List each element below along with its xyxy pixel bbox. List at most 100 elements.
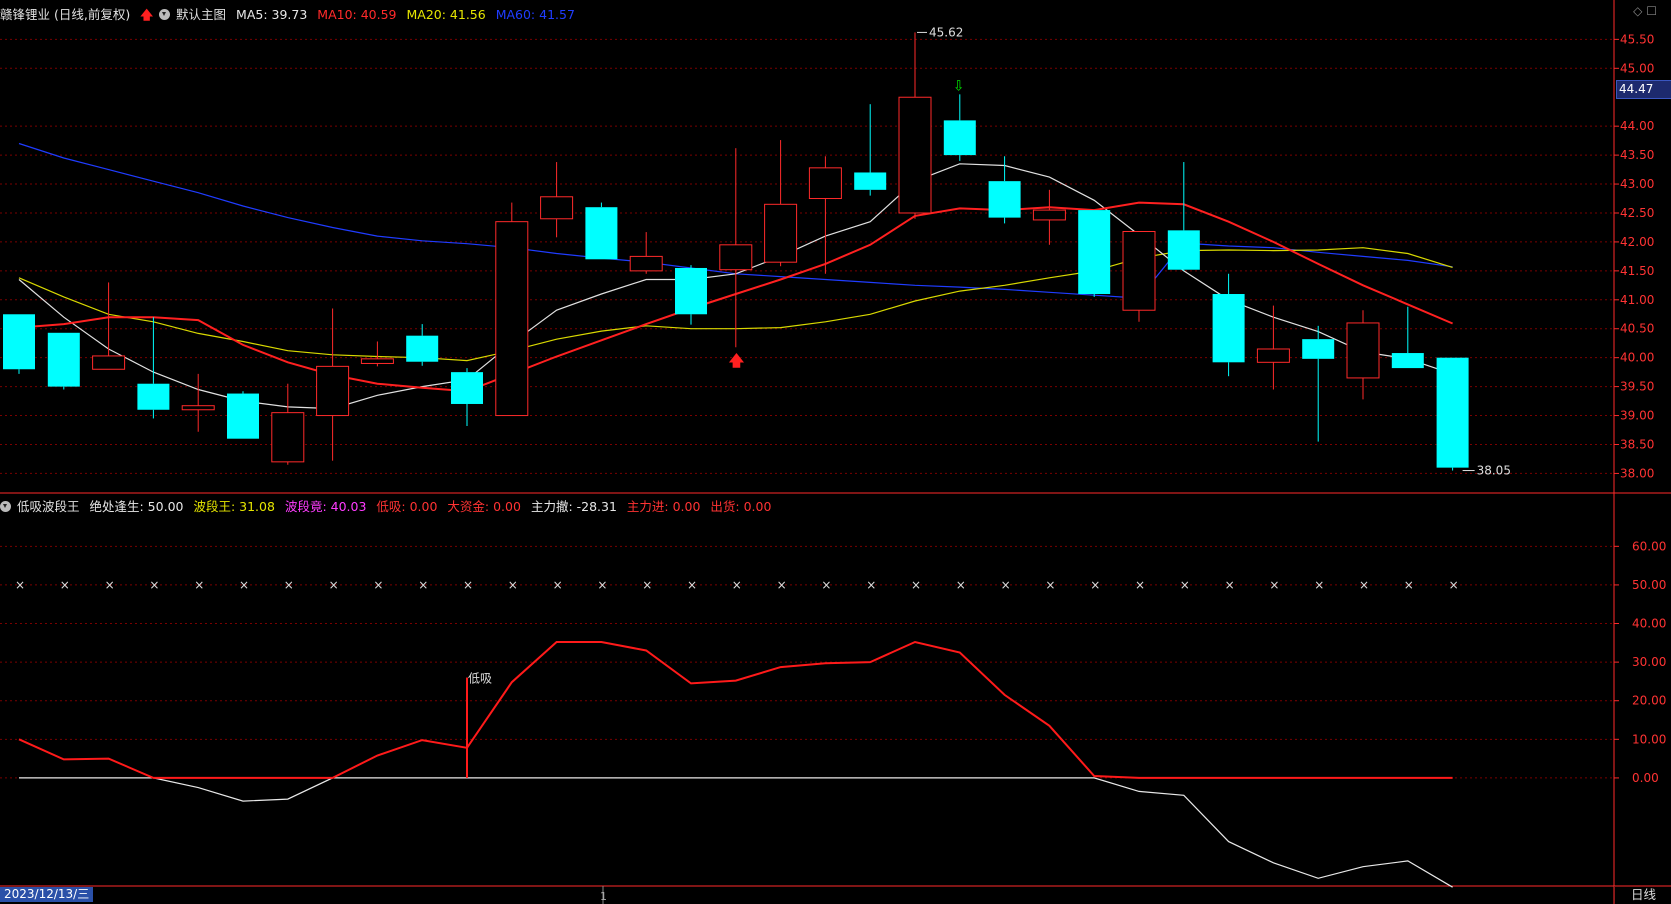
price-tick-label: 42.50 xyxy=(1620,206,1654,220)
ma20-label: MA20: 41.56 xyxy=(406,7,486,22)
price-tick-label: 40.00 xyxy=(1620,351,1654,365)
price-tick-label: 39.50 xyxy=(1620,380,1654,394)
candle-body xyxy=(764,203,798,263)
candle-body xyxy=(406,335,439,362)
window-controls[interactable]: ◇ ☐ xyxy=(1633,4,1657,18)
period-button[interactable]: 日线 xyxy=(1614,886,1671,903)
indicator-tick-label: 60.00 xyxy=(1632,539,1666,553)
stock-chart[interactable]: 1 38.00 38.50 39.00 39.50 40.00 40.50 41.00 41.5… xyxy=(0,0,1671,904)
candle-body xyxy=(1436,357,1469,468)
stock-title[interactable]: 赣锋锂业 (日线,前复权) xyxy=(0,7,130,22)
marker-x-icon: × xyxy=(777,578,787,592)
marker-x-icon: × xyxy=(284,578,294,592)
candle-body xyxy=(1167,230,1200,270)
indicator-item-5: 主力撤: -28.31 xyxy=(530,499,617,514)
ma60-label: MA60: 41.57 xyxy=(495,7,575,22)
candle-body xyxy=(1302,339,1335,359)
marker-x-icon: × xyxy=(1269,578,1279,592)
price-tick-label: 40.50 xyxy=(1620,322,1654,336)
candle-body xyxy=(451,372,483,404)
high-price-label: 45.62 xyxy=(929,25,963,39)
ma10-label: MA10: 40.59 xyxy=(317,7,397,22)
price-tick-label: 38.00 xyxy=(1620,466,1654,480)
candle-body xyxy=(675,267,707,315)
candle-body xyxy=(629,255,663,272)
price-tick-label: 44.00 xyxy=(1620,119,1654,133)
candle-body xyxy=(1122,231,1156,311)
marker-x-icon: × xyxy=(329,578,339,592)
price-tick-label: 39.00 xyxy=(1620,409,1654,423)
candle-body xyxy=(181,405,215,411)
marker-x-icon: × xyxy=(642,578,652,592)
candle-body xyxy=(1078,210,1111,295)
candle-body xyxy=(1212,294,1245,363)
candle-body xyxy=(92,355,126,370)
candle-body xyxy=(360,358,394,364)
price-tick-label: 41.00 xyxy=(1620,293,1654,307)
indicator-item-6: 主力进: 0.00 xyxy=(626,499,701,514)
candle-body xyxy=(808,167,842,200)
price-tick-label: 43.50 xyxy=(1620,148,1654,162)
marker-x-icon: × xyxy=(105,578,115,592)
candle-body xyxy=(495,221,529,417)
square-icon[interactable]: ☐ xyxy=(1646,4,1657,18)
marker-x-icon: × xyxy=(1449,578,1459,592)
marker-x-icon: × xyxy=(149,578,159,592)
main-chart-label[interactable]: 默认主图 xyxy=(176,7,226,22)
marker-x-icon: × xyxy=(687,578,697,592)
marker-x-icon: × xyxy=(1045,578,1055,592)
marker-x-icon: × xyxy=(866,578,876,592)
sell-arrow-icon: ⇩ xyxy=(953,78,965,94)
indicator-tick-label: 50.00 xyxy=(1632,578,1666,592)
marker-x-icon: × xyxy=(418,578,428,592)
candle-body xyxy=(898,96,932,214)
candle-body xyxy=(1032,209,1066,221)
dropdown-circle-icon[interactable] xyxy=(0,501,11,512)
price-tick-label: 45.50 xyxy=(1620,32,1654,46)
indicator-item-2: 波段竟: 40.03 xyxy=(284,499,367,514)
candle-body xyxy=(943,120,976,156)
candle-body xyxy=(227,393,259,439)
candle-body xyxy=(988,181,1021,218)
dropdown-circle-icon[interactable] xyxy=(159,9,171,20)
diamond-icon[interactable]: ◇ xyxy=(1633,4,1642,18)
price-tick-label: 41.50 xyxy=(1620,264,1654,278)
marker-x-icon: × xyxy=(463,578,473,592)
indicator-item-0: 绝处逢生: 50.00 xyxy=(89,499,184,514)
main-chart-header: 赣锋锂业 (日线,前复权) 🡅 默认主图 MA5: 39.73 MA10: 40… xyxy=(0,4,581,24)
marker-x-icon: × xyxy=(821,578,831,592)
indicator-tick-label: 0.00 xyxy=(1632,771,1659,785)
indicator-white-line xyxy=(19,777,1453,888)
candle-body xyxy=(540,196,574,220)
indicator-item-4: 大资金: 0.00 xyxy=(447,499,521,514)
marker-x-icon: × xyxy=(1001,578,1011,592)
candle-body xyxy=(271,412,305,463)
indicator-tick-label: 40.00 xyxy=(1632,617,1666,631)
price-tick-label: 43.00 xyxy=(1620,177,1654,191)
marker-x-icon: × xyxy=(956,578,966,592)
marker-x-icon: × xyxy=(1135,578,1145,592)
candle-body xyxy=(316,365,350,417)
marker-x-icon: × xyxy=(1090,578,1100,592)
price-tick-label: 45.00 xyxy=(1620,61,1654,75)
marker-x-icon: × xyxy=(373,578,383,592)
marker-x-icon: × xyxy=(194,578,204,592)
marker-x-icon: × xyxy=(1314,578,1324,592)
buy-arrow-icon: 🡅 xyxy=(729,351,745,369)
marker-x-icon: × xyxy=(597,578,607,592)
indicator-header: 低吸波段王 绝处逢生: 50.00 波段王: 31.08 波段竟: 40.03 … xyxy=(0,496,777,516)
arrow-up-icon: 🡅 xyxy=(140,7,154,22)
current-price-tag: 44.47 xyxy=(1616,80,1671,99)
indicator-tick-label: 20.00 xyxy=(1632,694,1666,708)
marker-x-icon: × xyxy=(60,578,70,592)
low-price-label: 38.05 xyxy=(1477,464,1511,478)
ma5-label: MA5: 39.73 xyxy=(236,7,308,22)
indicator-name[interactable]: 低吸波段王 xyxy=(17,499,80,514)
price-tick-label: 38.50 xyxy=(1620,437,1654,451)
candle-body xyxy=(3,314,35,370)
marker-x-icon: × xyxy=(1359,578,1369,592)
marker-x-icon: × xyxy=(1404,578,1414,592)
marker-x-icon: × xyxy=(1180,578,1190,592)
marker-x-icon: × xyxy=(732,578,742,592)
time-axis-marker: 1 xyxy=(600,890,607,903)
